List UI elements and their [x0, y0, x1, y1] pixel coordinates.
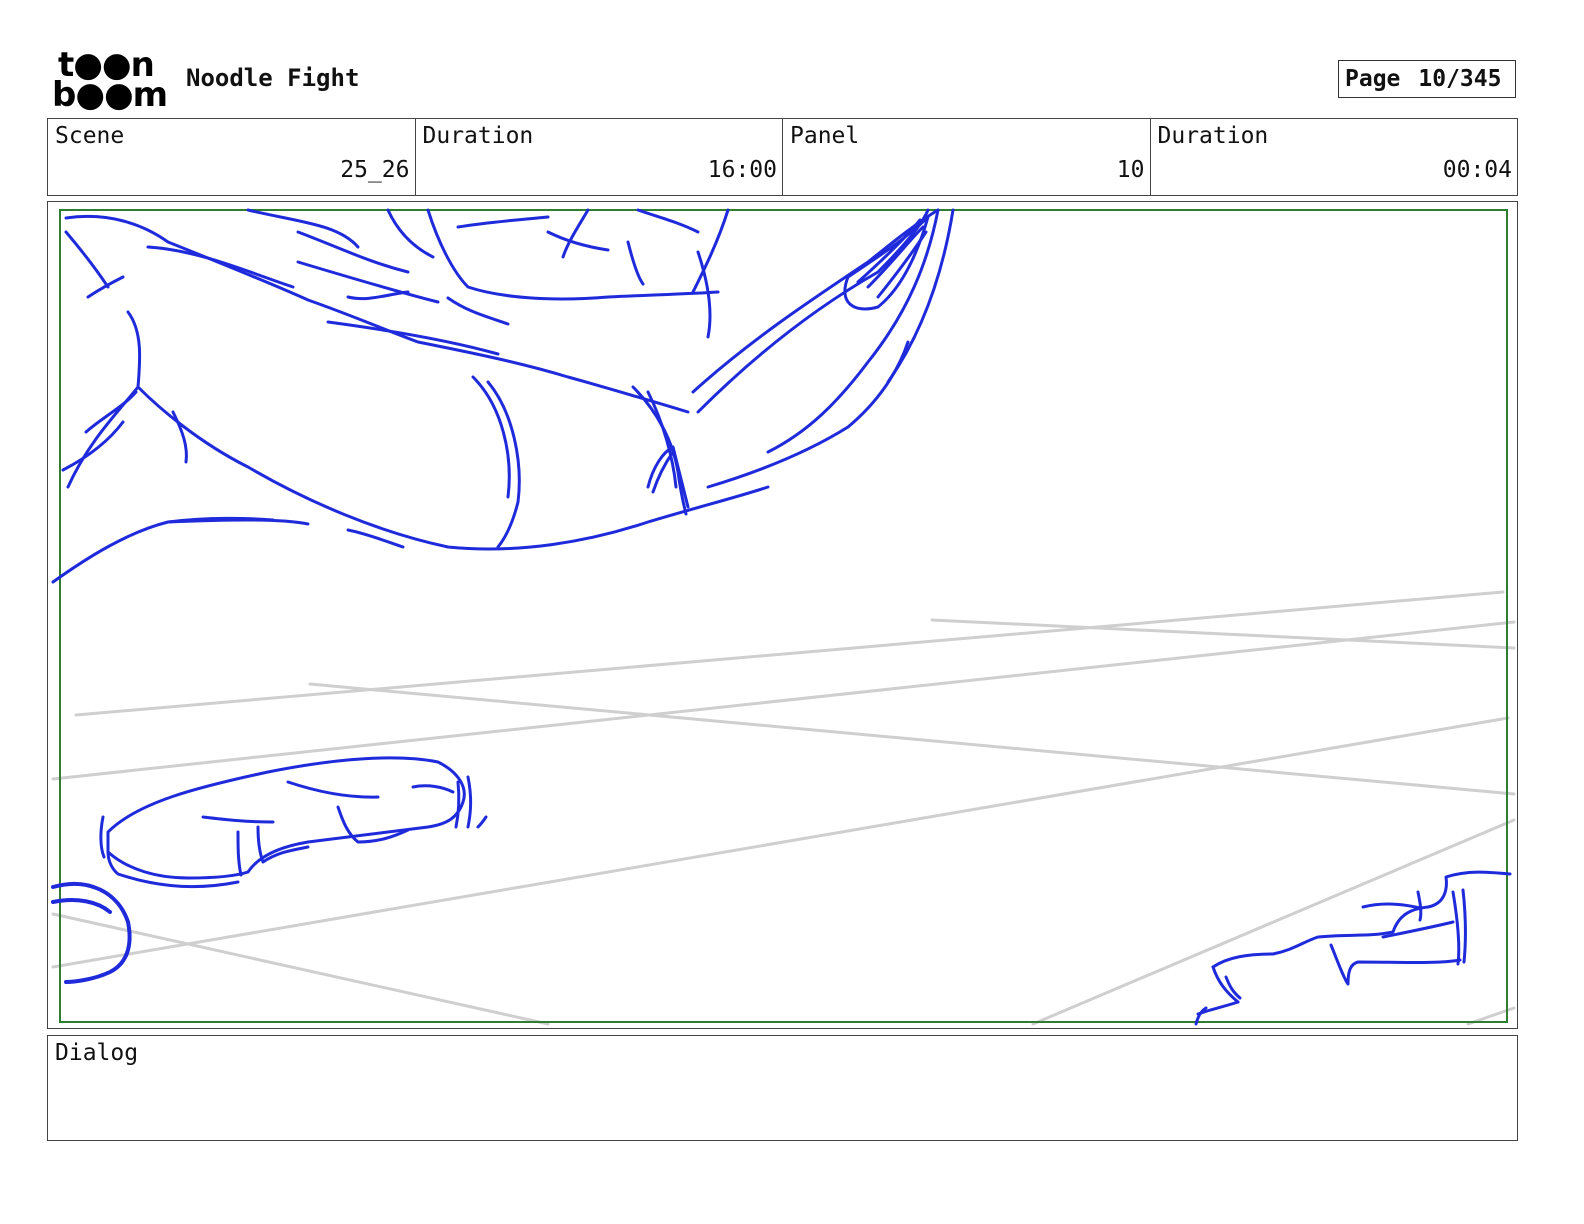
floor-object-right-sketch	[1194, 870, 1512, 1026]
panel-duration-cell: Duration 00:04	[1151, 119, 1518, 195]
floor-object-left-sketch	[99, 756, 488, 889]
dialog-box: Dialog	[47, 1035, 1518, 1141]
panel-value: 10	[1116, 157, 1145, 183]
guide-line	[1031, 818, 1516, 1026]
panel-duration-label: Duration	[1157, 123, 1269, 149]
panel-info-bar: Scene 25_26 Duration 16:00 Panel 10 Dura…	[47, 118, 1518, 196]
panel-image-frame	[47, 201, 1518, 1029]
character-sketch	[51, 208, 955, 584]
toonboom-logo: t●●n b●●m	[52, 48, 168, 115]
page-value: 10/345	[1418, 66, 1502, 92]
scene-value: 25_26	[340, 157, 410, 183]
panel-cell: Panel 10	[783, 119, 1151, 195]
page-label: Page	[1345, 66, 1401, 92]
panel-label: Panel	[790, 123, 860, 149]
storyboard-sketch	[51, 208, 1516, 1026]
guide-line	[74, 590, 1505, 717]
dialog-label: Dialog	[55, 1040, 139, 1066]
floor-object-bottom-left-sketch	[51, 881, 132, 984]
guide-line	[308, 682, 1516, 796]
page-indicator: Page 10/345	[1338, 60, 1516, 98]
scene-duration-label: Duration	[422, 123, 534, 149]
safe-frame	[59, 209, 1508, 1023]
project-title: Noodle Fight	[186, 64, 360, 92]
perspective-guides	[51, 590, 1516, 1026]
logo-line-2: b●●m	[52, 75, 168, 115]
scene-cell: Scene 25_26	[48, 119, 416, 195]
scene-duration-value: 16:00	[707, 157, 777, 183]
guide-line	[51, 912, 550, 1026]
scene-label: Scene	[55, 123, 125, 149]
panel-duration-value: 00:04	[1442, 157, 1512, 183]
scene-duration-cell: Duration 16:00	[416, 119, 783, 195]
